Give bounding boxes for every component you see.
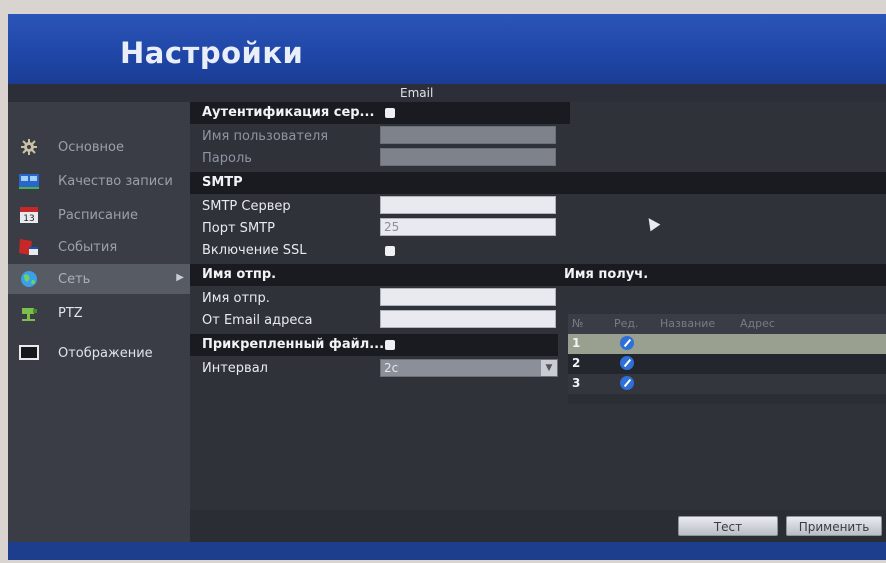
title-bar: Настройки <box>8 14 886 84</box>
col-name: Название <box>660 317 716 330</box>
row-number: 3 <box>572 376 581 390</box>
edit-icon[interactable] <box>620 336 634 350</box>
sidebar-item-label: Расписание <box>58 207 138 223</box>
attach-checkbox[interactable] <box>385 340 395 350</box>
sidebar-item-label: Качество записи <box>58 173 173 189</box>
edit-icon[interactable] <box>620 356 634 370</box>
apply-button[interactable]: Применить <box>786 516 882 536</box>
sender-name-label: Имя отпр. <box>202 291 270 306</box>
smtp-server-label: SMTP Сервер <box>202 199 291 214</box>
status-bar <box>8 542 886 560</box>
settings-window: Настройки Email Основное Качество записи… <box>8 14 886 560</box>
interval-label: Интервал <box>202 361 268 376</box>
recipient-header-label: Имя получ. <box>564 267 649 282</box>
sidebar-item-basic[interactable]: Основное <box>8 132 190 162</box>
sidebar-item-events[interactable]: События <box>8 232 190 262</box>
test-button[interactable]: Тест <box>678 516 778 536</box>
interval-value: 2с <box>384 361 399 375</box>
sidebar: Основное Качество записи 13 Расписание С… <box>8 102 191 542</box>
sender-header-label: Имя отпр. <box>202 267 277 282</box>
sidebar-item-network[interactable]: Сеть ▶ <box>8 264 190 294</box>
calendar-icon: 13 <box>18 206 40 224</box>
smtp-header: SMTP <box>190 172 886 194</box>
recipients-table: № Ред. Название Адрес 1 2 3 <box>568 314 886 404</box>
sidebar-item-label: Отображение <box>58 345 153 361</box>
sidebar-item-schedule[interactable]: 13 Расписание <box>8 200 190 230</box>
svg-text:13: 13 <box>23 214 34 224</box>
sender-header: Имя отпр. Имя получ. <box>190 264 886 286</box>
chevron-down-icon[interactable]: ▼ <box>541 360 557 376</box>
sidebar-item-record-quality[interactable]: Качество записи <box>8 166 190 196</box>
section-title: Email <box>400 86 434 100</box>
smtp-port-label: Порт SMTP <box>202 221 275 236</box>
event-icon <box>18 238 40 256</box>
password-label: Пароль <box>202 151 252 166</box>
table-row[interactable]: 2 <box>568 354 886 374</box>
sender-email-label: От Email адреса <box>202 313 313 328</box>
smtp-port-input[interactable]: 25 <box>380 218 556 236</box>
sidebar-item-ptz[interactable]: PTZ <box>8 298 190 328</box>
smtp-header-label: SMTP <box>202 175 243 190</box>
smtp-server-input[interactable] <box>380 196 556 214</box>
password-input[interactable] <box>380 148 556 166</box>
gear-icon <box>18 138 40 156</box>
table-row[interactable]: 1 <box>568 334 886 354</box>
section-header: Email <box>8 84 886 102</box>
edit-icon[interactable] <box>620 376 634 390</box>
row-number: 2 <box>572 356 581 370</box>
sidebar-item-label: PTZ <box>58 305 83 321</box>
sender-name-input[interactable] <box>380 288 556 306</box>
button-bar: Тест Применить <box>190 510 886 542</box>
sidebar-item-label: События <box>58 239 118 255</box>
username-input[interactable] <box>380 126 556 144</box>
sender-email-input[interactable] <box>380 310 556 328</box>
table-row[interactable]: 3 <box>568 374 886 394</box>
network-globe-icon <box>18 270 40 288</box>
sidebar-item-label: Основное <box>58 139 124 155</box>
col-address: Адрес <box>740 317 775 330</box>
col-edit: Ред. <box>614 317 639 330</box>
sidebar-item-display[interactable]: Отображение <box>8 338 190 368</box>
col-no: № <box>572 317 584 330</box>
attach-row: Прикрепленный файл... <box>190 334 558 356</box>
sidebar-item-label: Сеть <box>58 271 91 287</box>
monitor-icon <box>18 344 40 362</box>
ssl-checkbox[interactable] <box>385 246 395 256</box>
auth-row: Аутентификация сер... <box>190 102 570 124</box>
video-quality-icon <box>18 172 40 190</box>
ssl-label: Включение SSL <box>202 243 307 258</box>
chevron-right-icon: ▶ <box>176 272 184 283</box>
table-header: № Ред. Название Адрес <box>568 314 886 334</box>
auth-label: Аутентификация сер... <box>202 105 375 120</box>
ptz-camera-icon <box>18 304 40 322</box>
attach-label: Прикрепленный файл... <box>202 337 385 352</box>
ssl-row: Включение SSL <box>190 240 550 262</box>
interval-select[interactable]: 2с ▼ <box>380 359 558 377</box>
auth-checkbox[interactable] <box>385 108 395 118</box>
page-title: Настройки <box>120 36 304 70</box>
row-number: 1 <box>572 336 581 350</box>
email-settings-panel: Аутентификация сер... Имя пользователя П… <box>190 102 886 542</box>
username-label: Имя пользователя <box>202 129 329 144</box>
